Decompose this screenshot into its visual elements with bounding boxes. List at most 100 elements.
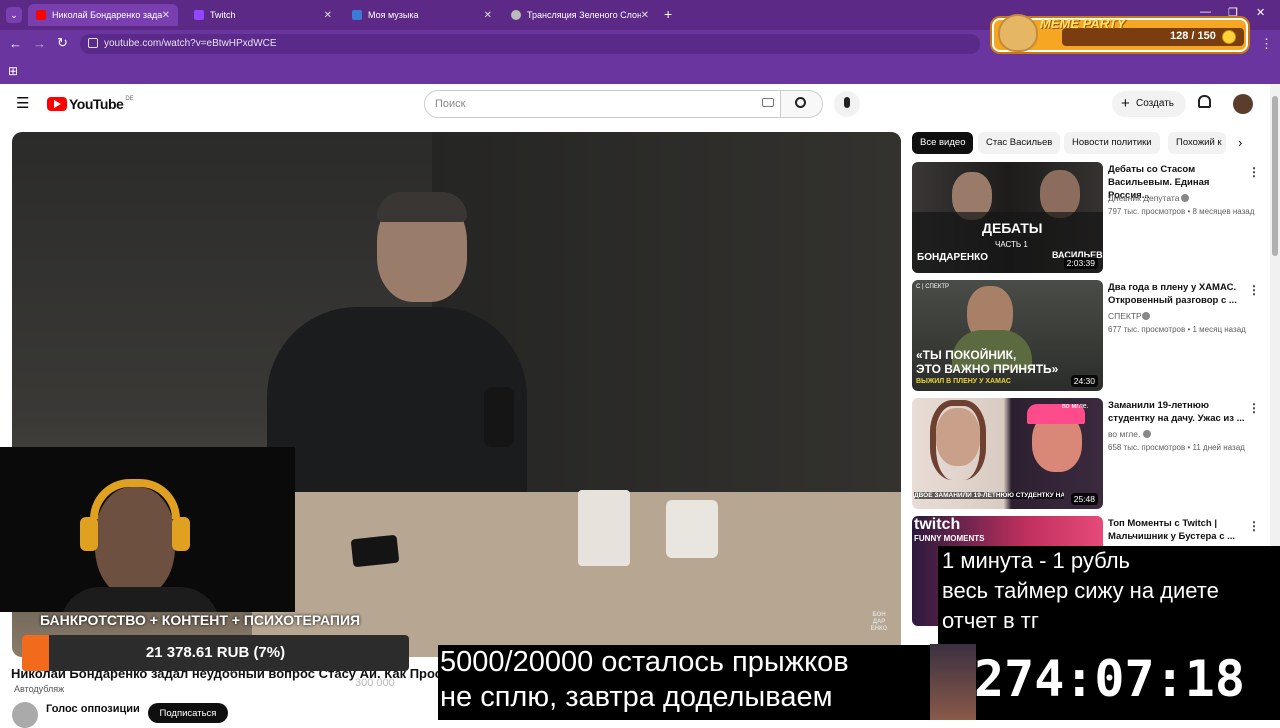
- rec-title-line: Заманили 19-летнюю: [1108, 400, 1209, 411]
- tab-twitch[interactable]: Twitch ✕: [186, 4, 340, 26]
- meme-party-count: 128 / 150: [1170, 30, 1216, 42]
- rec-title[interactable]: Топ Моменты с Twitch | Мальчишник у Бусте…: [1108, 517, 1248, 543]
- tab-label: Николай Бондаренко задал не: [52, 10, 162, 20]
- tab-music[interactable]: Моя музыка ✕: [344, 4, 500, 26]
- rec-channel[interactable]: СПЕКТР: [1108, 311, 1142, 321]
- tab-zeleny-slonik[interactable]: Трансляция Зеленого Слоника ✕: [503, 4, 657, 26]
- jumps-line: 5000/20000 осталось прыжков: [440, 646, 849, 678]
- account-avatar[interactable]: [1233, 94, 1253, 114]
- youtube-icon: [36, 10, 46, 20]
- youtube-play-icon: [47, 97, 67, 111]
- rec-thumbnail[interactable]: С | СПЕКТР «ТЫ ПОКОЙНИК, ЭТО ВАЖНО ПРИНЯ…: [912, 280, 1103, 391]
- keyboard-icon[interactable]: [762, 98, 774, 107]
- verified-icon: [1142, 312, 1150, 320]
- close-icon[interactable]: ✕: [162, 10, 170, 21]
- view-count-partial: 300 000: [355, 677, 395, 689]
- verified-icon: [1143, 430, 1151, 438]
- notifications-bell-icon[interactable]: [1198, 95, 1211, 108]
- url-field[interactable]: youtube.com/watch?v=eBtwHPxdWCE: [80, 34, 980, 54]
- rec-meta: 677 тыс. просмотров • 1 месяц назад: [1108, 325, 1246, 334]
- video-scene-mic: [484, 387, 514, 447]
- subathon-timer: 274:07:18: [930, 644, 1280, 720]
- window-close-icon[interactable]: ✕: [1256, 6, 1265, 19]
- video-scene-table: [252, 492, 901, 657]
- music-icon: [352, 10, 362, 20]
- more-options-icon[interactable]: ⋮: [1248, 283, 1260, 297]
- jumps-counter-overlay: 5000/20000 осталось прыжков не сплю, зав…: [438, 645, 930, 720]
- stream-banner: БАНКРОТСТВО + КОНТЕНТ + ПСИХОТЕРАПИЯ: [40, 612, 361, 628]
- subscribe-button[interactable]: Подписаться: [148, 703, 228, 723]
- region-code: DE: [125, 96, 134, 102]
- chip-politics-news[interactable]: Новости политики: [1064, 132, 1160, 154]
- rec-channel[interactable]: во мгле.: [1108, 429, 1140, 439]
- more-options-icon[interactable]: ⋮: [1248, 519, 1260, 533]
- donation-goal-text: 21 378.61 RUB (7%): [145, 644, 286, 661]
- rec-title[interactable]: Два года в плену у ХАМАС. Откровенный раз…: [1108, 281, 1248, 307]
- scrollbar-thumb[interactable]: [1272, 96, 1278, 256]
- rec-title-line: Мальчишник у Бустера с ...: [1108, 531, 1236, 542]
- new-tab-button[interactable]: +: [664, 6, 672, 22]
- duration-badge: 25:48: [1070, 493, 1098, 505]
- search-input[interactable]: Поиск: [424, 90, 781, 118]
- more-options-icon[interactable]: ⋮: [1248, 165, 1260, 179]
- site-info-icon[interactable]: [88, 38, 98, 48]
- rule-line: отчет в тг: [942, 608, 1039, 633]
- rec-thumbnail[interactable]: во мгле. ДВОЕ ЗАМАНИЛИ 19-ЛЕТНЮЮ СТУДЕНТ…: [912, 398, 1103, 509]
- verified-icon: [1181, 194, 1189, 202]
- rule-line: 1 минута - 1 рубль: [942, 548, 1131, 573]
- channel-avatar[interactable]: [12, 702, 38, 728]
- tab-list-button[interactable]: ⌄: [6, 7, 22, 23]
- forward-icon[interactable]: →: [33, 36, 46, 51]
- tab-youtube[interactable]: Николай Бондаренко задал не ✕: [28, 4, 178, 26]
- close-icon[interactable]: ✕: [641, 10, 649, 21]
- thumb-label-right: С | СПЕКТР: [916, 284, 950, 290]
- chip-similar[interactable]: Похожий к: [1168, 132, 1226, 154]
- bookmarks-bar: [0, 58, 1280, 84]
- hamburger-menu-icon[interactable]: ☰: [16, 94, 29, 112]
- rec-title[interactable]: Заманили 19-летнюю студентку на дачу. Ужа…: [1108, 399, 1248, 425]
- thumb-subtitle: ЭТО ВАЖНО ПРИНЯТЬ»: [916, 362, 1059, 376]
- autodub-label: Автодубляж: [14, 684, 65, 694]
- thumb-headline: ДВОЕ ЗАМАНИЛИ 19-ЛЕТНЮЮ СТУДЕНТКУ НА: [914, 492, 1064, 499]
- youtube-logo[interactable]: YouTube DE: [47, 96, 134, 112]
- duration-badge: 24:30: [1070, 375, 1098, 387]
- thumb-label-left: ВЫЖИЛ В ПЛЕНУ У ХАМАС: [916, 378, 1011, 385]
- coin-icon: [1222, 30, 1236, 44]
- voice-search-button[interactable]: [834, 91, 860, 117]
- more-options-icon[interactable]: ⋮: [1248, 401, 1260, 415]
- back-icon[interactable]: ←: [9, 36, 22, 51]
- tab-label: Трансляция Зеленого Слоника: [527, 10, 641, 20]
- apps-grid-icon[interactable]: ⊞: [8, 64, 18, 78]
- thumb-subtitle: FUNNY MOMENTS: [914, 534, 985, 543]
- search-button[interactable]: [781, 90, 823, 118]
- video-scene-phone: [350, 534, 400, 568]
- close-icon[interactable]: ✕: [484, 10, 492, 21]
- chip-stas-vasilyev[interactable]: Стас Васильев: [978, 132, 1061, 154]
- video-scene-mug: [666, 500, 718, 558]
- chevron-right-icon[interactable]: ›: [1238, 135, 1242, 150]
- meme-party-title: MEME PARTY: [1040, 16, 1126, 31]
- tab-label: Twitch: [210, 10, 236, 20]
- create-label: Создать: [1136, 98, 1175, 109]
- thumb-subtitle: ЧАСТЬ 1: [995, 240, 1028, 249]
- reload-icon[interactable]: ↻: [57, 35, 68, 51]
- rec-thumbnail[interactable]: ДЕБАТЫ ЧАСТЬ 1 БОНДАРЕНКО ВАСИЛЬЕВ 2:03:…: [912, 162, 1103, 273]
- minimize-icon[interactable]: —: [1200, 6, 1211, 18]
- rec-meta: 797 тыс. просмотров • 8 месяцев назад: [1108, 207, 1255, 216]
- rec-channel[interactable]: Дневник Депутата: [1108, 193, 1179, 203]
- rec-title-line: студентку на дачу. Ужас из ...: [1108, 413, 1245, 424]
- rule-line: весь таймер сижу на диете: [942, 578, 1219, 603]
- tab-label: Моя музыка: [368, 10, 419, 20]
- close-icon[interactable]: ✕: [324, 10, 332, 21]
- jumps-line: не сплю, завтра доделываем: [440, 681, 833, 713]
- thumb-label-left: БОНДАРЕНКО: [917, 252, 988, 263]
- channel-name[interactable]: Голос оппозиции: [46, 703, 140, 715]
- rec-title-line: Откровенный разговор с ...: [1108, 295, 1237, 306]
- plus-icon: +: [1121, 95, 1130, 112]
- browser-menu-icon[interactable]: ⋮: [1260, 36, 1273, 52]
- rec-title-line: Дебаты со Стасом: [1108, 164, 1196, 175]
- create-button[interactable]: + Создать: [1112, 91, 1186, 117]
- chip-all-videos[interactable]: Все видео: [912, 132, 974, 154]
- doge-icon: [998, 14, 1038, 52]
- streamer-thumb-overlay: [930, 644, 976, 720]
